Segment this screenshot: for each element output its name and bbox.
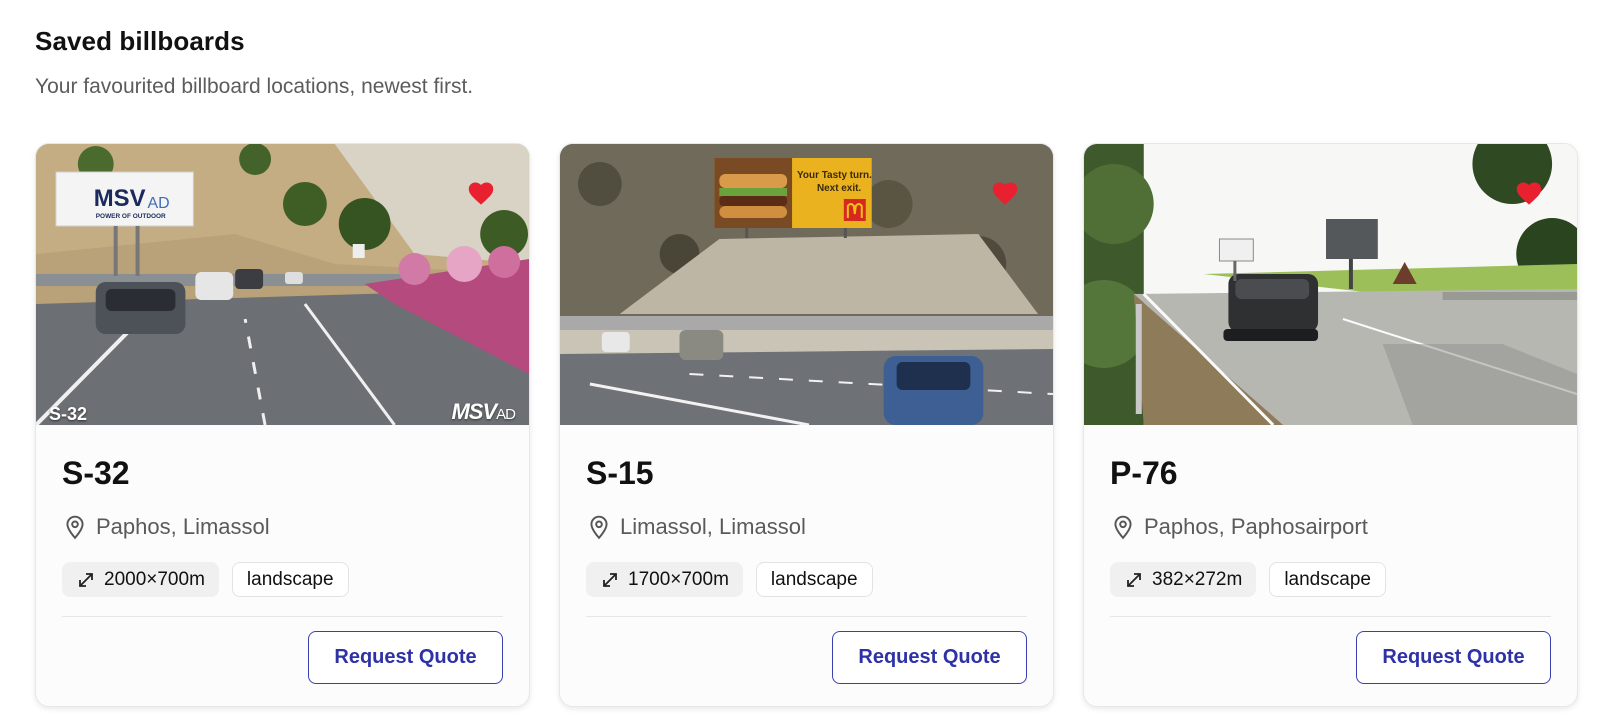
location-text: Limassol, Limassol [620,514,806,539]
billboard-line2: Next exit. [817,183,861,194]
card-actions: Request Quote [1110,631,1551,684]
card-body: S-32 Paphos, Limassol 2000×700m landscap… [36,425,529,684]
size-chip: 382×272m [1110,562,1257,597]
request-quote-button[interactable]: Request Quote [1356,631,1551,684]
billboard-code: P-76 [1110,455,1178,491]
request-quote-button[interactable]: Request Quote [308,631,503,684]
card-divider [62,616,503,617]
image-brand-suffix: AD [496,406,516,423]
page-title: Saved billboards [35,26,245,56]
size-chip: 2000×700m [62,562,219,597]
expand-arrows-icon [603,572,617,587]
location-pin-icon [66,515,84,540]
billboard-location: Paphos, Paphosairport [1110,514,1551,540]
billboard-photo-scene: MSV AD POWER OF OUTDOOR [36,144,529,425]
billboard-brand-suffix: AD [148,195,170,212]
expand-arrows-icon [79,572,93,587]
billboard-attributes: 1700×700m landscape [586,562,1027,597]
card-actions: Request Quote [62,631,503,684]
size-text: 2000×700m [104,568,205,590]
image-code-overlay: S-32 [49,404,88,424]
orientation-chip: landscape [231,562,349,597]
location-pin-icon [1114,515,1132,540]
page-header: Saved billboards Your favourited billboa… [35,26,473,99]
card-body: S-15 Limassol, Limassol 1700×700m landsc… [560,425,1053,684]
image-brand-text: MSV [451,399,497,424]
billboard-attributes: 382×272m landscape [1110,562,1551,597]
billboard-attributes: 2000×700m landscape [62,562,503,597]
billboard-photo-scene [1084,144,1577,425]
orientation-chip: landscape [755,562,873,597]
favorite-heart-icon[interactable] [1515,180,1543,206]
size-chip: 1700×700m [586,562,743,597]
billboard-brand-text: MSV [94,185,146,212]
location-text: Paphos, Paphosairport [1144,514,1368,539]
page-subtitle: Your favourited billboard locations, new… [35,75,474,98]
billboard-photo[interactable] [1084,144,1577,425]
billboard-code: S-32 [62,455,130,491]
billboard-photo[interactable]: MSV AD POWER OF OUTDOOR S-32 MSVAD [36,144,529,425]
billboard-photo[interactable]: Your Tasty turn. Next exit. [560,144,1053,425]
card-divider [586,616,1027,617]
orientation-chip: landscape [1269,562,1386,597]
billboard-location: Paphos, Limassol [62,514,503,540]
billboard-card[interactable]: P-76 Paphos, Paphosairport 382×272m land… [1083,143,1578,707]
billboard-code: S-15 [586,455,654,491]
image-brand-overlay: MSVAD [451,399,516,425]
request-quote-button[interactable]: Request Quote [832,631,1027,684]
favorite-heart-icon[interactable] [467,180,495,206]
billboard-card-list: MSV AD POWER OF OUTDOOR S-32 MSVAD S-32 … [35,143,1578,707]
billboard-photo-scene: Your Tasty turn. Next exit. [560,144,1053,425]
expand-arrows-icon [1127,572,1141,587]
card-body: P-76 Paphos, Paphosairport 382×272m land… [1084,425,1577,684]
size-text: 382×272m [1152,568,1243,590]
billboard-line1: Your Tasty turn. [797,170,872,181]
billboard-card[interactable]: Your Tasty turn. Next exit. S-15 Limasso… [559,143,1054,707]
billboard-location: Limassol, Limassol [586,514,1027,540]
favorite-heart-icon[interactable] [991,180,1019,206]
size-text: 1700×700m [628,568,729,590]
card-actions: Request Quote [586,631,1027,684]
card-divider [1110,616,1551,617]
billboard-card[interactable]: MSV AD POWER OF OUTDOOR S-32 MSVAD S-32 … [35,143,530,707]
billboard-tagline: POWER OF OUTDOOR [96,213,166,220]
location-text: Paphos, Limassol [96,514,270,539]
location-pin-icon [590,515,608,540]
